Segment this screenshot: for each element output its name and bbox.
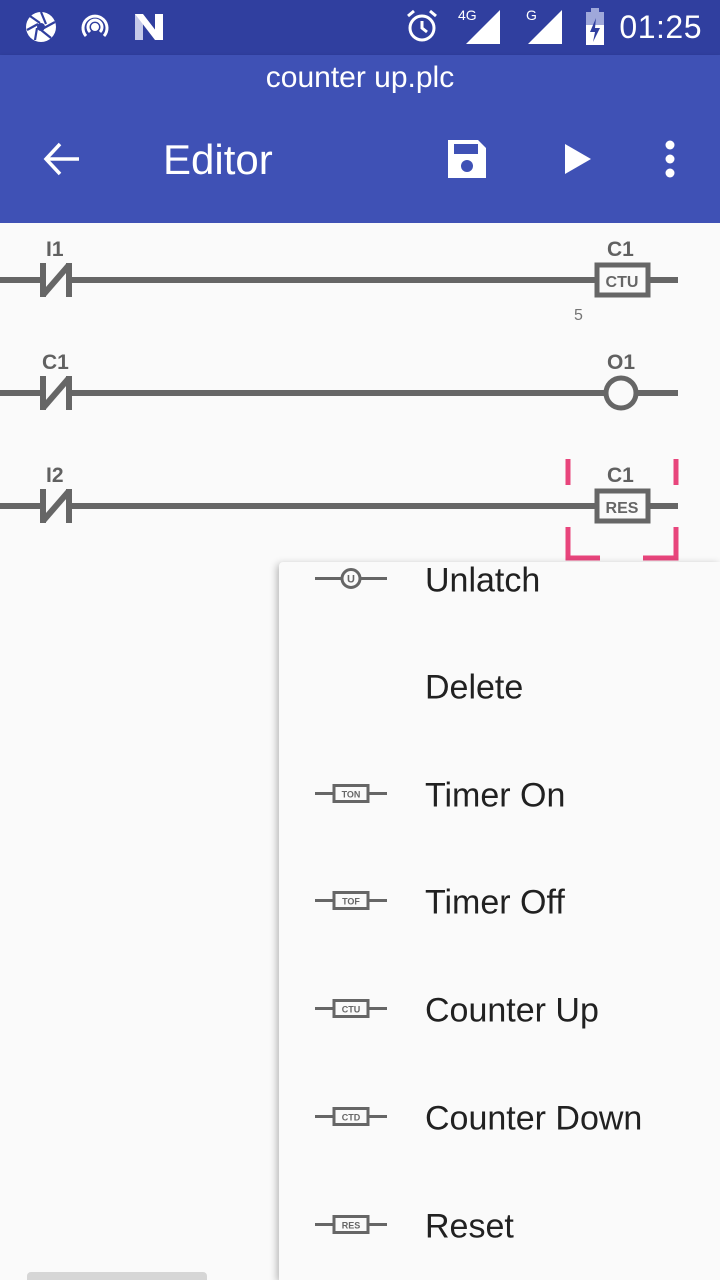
menu-item-reset[interactable]: RES Reset	[279, 1173, 720, 1280]
output-label: C1	[607, 238, 634, 261]
reset-icon: RES	[315, 1213, 387, 1242]
aperture-icon	[24, 10, 58, 49]
status-bar: 4G G 01:25	[0, 0, 720, 55]
unlatch-coil-icon: U	[315, 567, 387, 596]
signal-g-icon: G	[524, 6, 564, 51]
rung-3[interactable]: RES I2 C1	[0, 459, 720, 569]
menu-item-unlatch[interactable]: U Unlatch	[279, 562, 720, 635]
svg-text:G: G	[526, 7, 537, 23]
svg-text:4G: 4G	[458, 7, 477, 23]
svg-text:CTU: CTU	[606, 274, 639, 291]
signal-4g-icon: 4G	[458, 6, 502, 51]
back-arrow-icon	[42, 139, 82, 184]
save-icon	[446, 138, 488, 185]
save-button[interactable]	[439, 133, 495, 189]
svg-text:RES: RES	[606, 500, 639, 517]
svg-text:CTD: CTD	[342, 1113, 361, 1123]
menu-item-label: Timer On	[425, 776, 566, 815]
n-logo-icon	[132, 10, 166, 49]
element-menu: U Unlatch Delete TON Timer On TOF Timer …	[279, 562, 720, 1280]
alarm-icon	[404, 8, 440, 49]
menu-item-label: Counter Down	[425, 1099, 643, 1138]
back-button[interactable]	[34, 133, 90, 189]
output-label: O1	[607, 351, 636, 374]
counter-preset: 5	[574, 307, 583, 324]
menu-item-counter-up[interactable]: CTU Counter Up	[279, 957, 720, 1065]
normally-closed-contact-icon	[0, 489, 596, 523]
normally-closed-contact-icon	[0, 376, 605, 410]
svg-text:RES: RES	[342, 1221, 361, 1231]
rung-2[interactable]: C1 O1	[0, 346, 720, 456]
menu-item-timer-off[interactable]: TOF Timer Off	[279, 849, 720, 957]
contact-label: C1	[42, 351, 69, 374]
more-vert-icon	[664, 139, 676, 184]
svg-text:TON: TON	[342, 790, 361, 800]
svg-text:TOF: TOF	[342, 897, 360, 907]
app-bar: counter up.plc Editor	[0, 55, 720, 223]
menu-item-delete[interactable]: Delete	[279, 634, 720, 742]
rung-1[interactable]: CTU I1 C1 5	[0, 233, 720, 343]
ctu-block-icon: CTU	[594, 262, 678, 298]
menu-item-label: Reset	[425, 1207, 514, 1246]
counter-down-icon: CTD	[315, 1105, 387, 1134]
more-options-button[interactable]	[642, 133, 698, 189]
run-button[interactable]	[550, 133, 606, 189]
svg-text:CTU: CTU	[342, 1005, 361, 1015]
battery-charging-icon	[584, 8, 606, 51]
timer-off-icon: TOF	[315, 889, 387, 918]
output-coil-icon	[603, 375, 678, 411]
counter-up-icon: CTU	[315, 997, 387, 1026]
page-title: Editor	[163, 136, 273, 183]
normally-closed-contact-icon	[0, 263, 596, 297]
menu-item-label: Counter Up	[425, 991, 599, 1030]
contact-label: I2	[46, 464, 64, 487]
svg-text:U: U	[347, 574, 355, 586]
status-time: 01:25	[619, 9, 702, 45]
menu-item-timer-on[interactable]: TON Timer On	[279, 742, 720, 850]
file-name: counter up.plc	[265, 61, 455, 94]
horizontal-scrollbar[interactable]	[27, 1272, 207, 1280]
hotspot-icon	[78, 10, 112, 49]
menu-item-label: Timer Off	[425, 883, 565, 922]
reset-block-icon: RES	[594, 488, 678, 524]
play-icon	[563, 142, 593, 181]
contact-label: I1	[46, 238, 64, 261]
menu-item-label: Unlatch	[425, 562, 541, 600]
output-label: C1	[607, 464, 634, 487]
menu-item-label: Delete	[425, 668, 524, 707]
menu-item-counter-down[interactable]: CTD Counter Down	[279, 1065, 720, 1173]
timer-on-icon: TON	[315, 782, 387, 811]
